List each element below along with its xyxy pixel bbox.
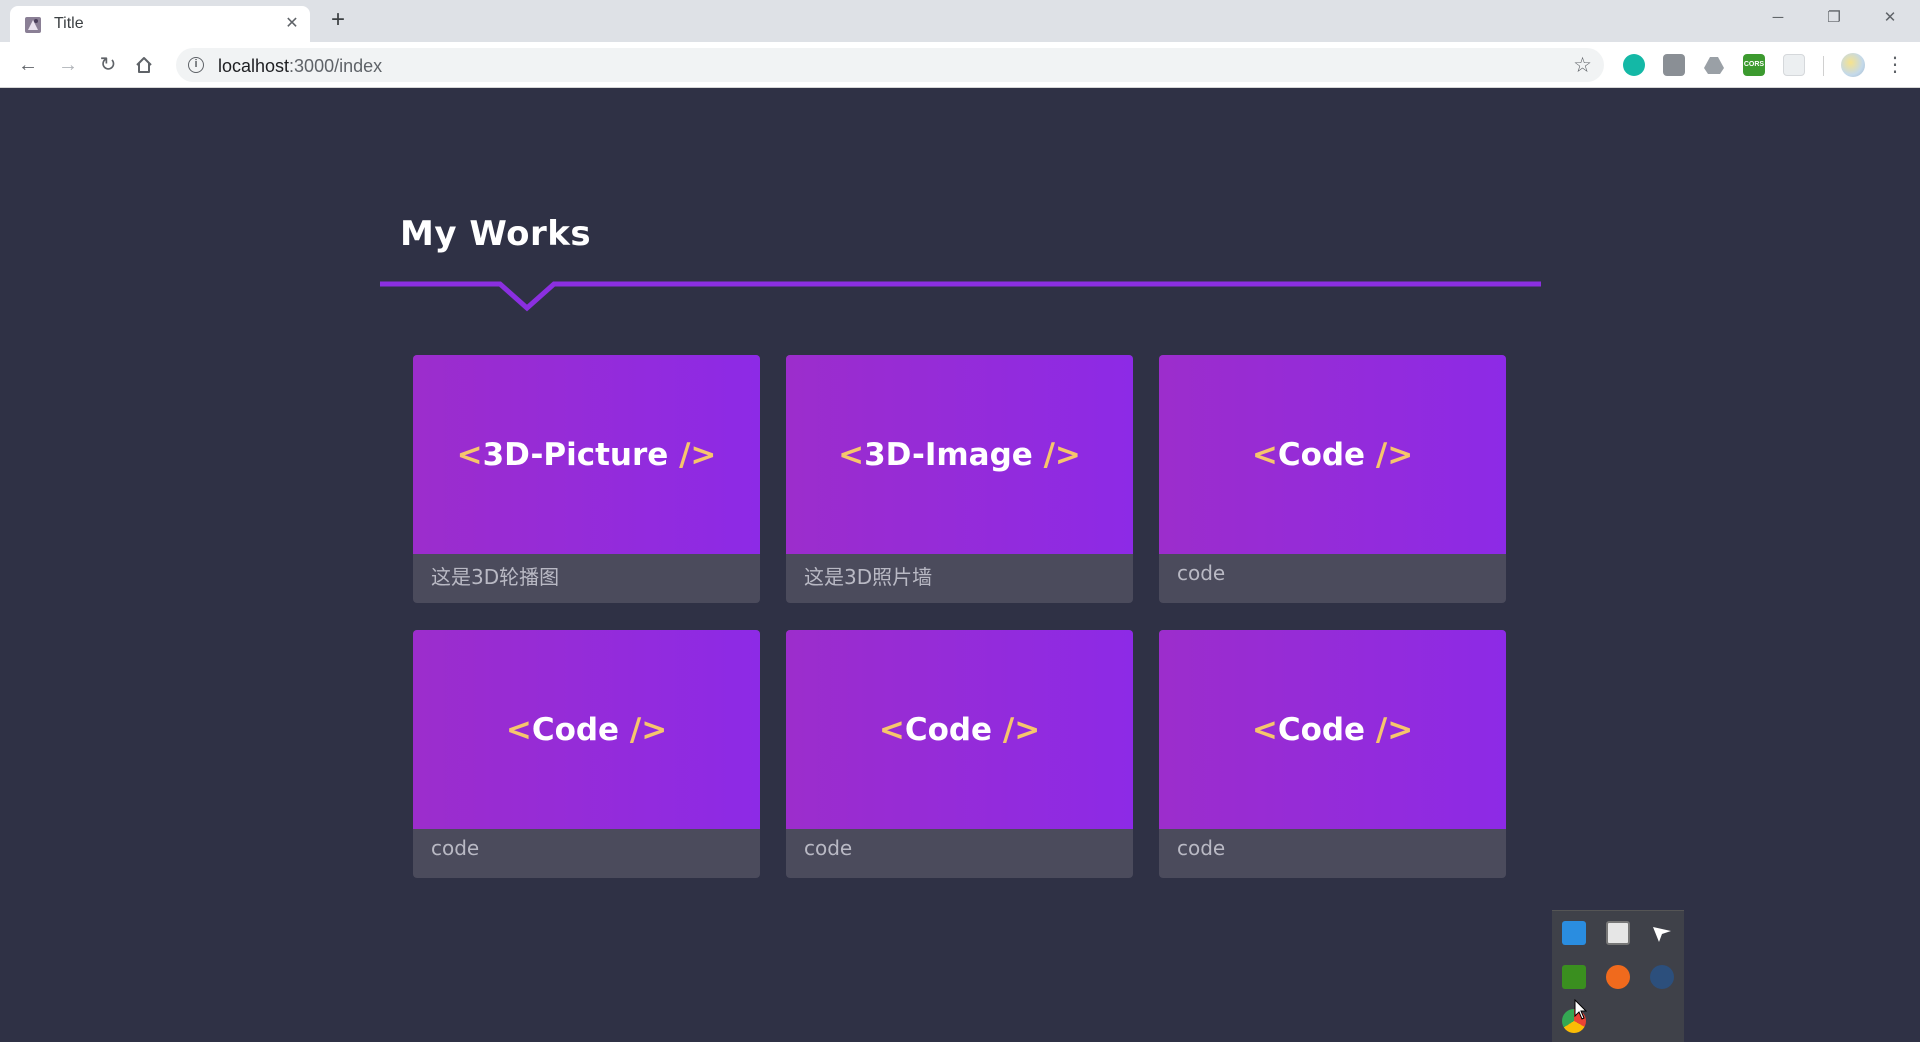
steam-icon[interactable] (1650, 965, 1674, 989)
tab-favicon-icon (25, 17, 41, 33)
new-tab-button[interactable]: + (326, 8, 350, 33)
browser-toolbar: ← → ↻ i localhost:3000/index ☆ CORS ⋮ (0, 42, 1920, 88)
card-title-name: Code (1277, 436, 1366, 473)
info-icon[interactable]: i (188, 57, 204, 73)
profile-icon[interactable] (1841, 53, 1865, 77)
address-bar[interactable]: i localhost:3000/index ☆ (176, 48, 1604, 82)
card-title-open: < (878, 711, 905, 748)
card-title-open: < (456, 436, 483, 473)
cors-extension-icon[interactable]: CORS (1743, 54, 1765, 76)
reload-icon[interactable]: ↻ (94, 51, 122, 79)
work-card[interactable]: <Code /> code (1159, 630, 1506, 878)
forward-icon[interactable]: → (54, 51, 82, 79)
card-description: code (1177, 561, 1226, 585)
pointer-app-icon[interactable] (1650, 921, 1674, 945)
tab-close-icon[interactable]: ✕ (282, 14, 302, 34)
card-title-name: Code (904, 711, 993, 748)
network-icon[interactable] (1562, 921, 1586, 945)
card-cover[interactable]: <Code /> (413, 630, 760, 829)
section-divider (380, 281, 1541, 312)
tab-title: Title (54, 15, 84, 32)
card-title-close: /> (629, 711, 668, 748)
bookmark-star-icon[interactable]: ☆ (1573, 53, 1592, 78)
card-title: <Code /> (506, 712, 667, 748)
card-title: <Code /> (879, 712, 1040, 748)
card-description: code (431, 836, 480, 860)
toolbar-separator (1823, 56, 1824, 76)
work-card[interactable]: <3D-Image /> 这是3D照片墙 (786, 355, 1133, 603)
card-description: code (804, 836, 853, 860)
browser-tabstrip: Title ✕ + ─ ❐ ✕ (0, 0, 1920, 42)
card-title-name: Code (1277, 711, 1366, 748)
page-body: My Works <3D-Picture /> 这是3D轮播图 <3D-Image … (0, 88, 1920, 1042)
card-title-open: < (1251, 711, 1278, 748)
window-icon[interactable] (1606, 921, 1630, 945)
card-cover[interactable]: <Code /> (1159, 355, 1506, 554)
url-text: localhost:3000/index (218, 56, 382, 77)
card-title-close: /> (1375, 436, 1414, 473)
card-title-open: < (505, 711, 532, 748)
card-title: <Code /> (1252, 712, 1413, 748)
card-title-name: Code (531, 711, 620, 748)
work-card[interactable]: <Code /> code (413, 630, 760, 878)
card-title-close: /> (679, 436, 717, 473)
browser-tab[interactable]: Title ✕ (10, 6, 310, 42)
section-title: My Works (400, 214, 592, 254)
nvidia-icon[interactable] (1562, 965, 1586, 989)
origin-icon[interactable] (1606, 965, 1630, 989)
menu-icon[interactable]: ⋮ (1885, 51, 1905, 79)
work-card[interactable]: <Code /> code (1159, 355, 1506, 603)
card-title: <Code /> (1252, 437, 1413, 473)
card-title-close: /> (1043, 436, 1081, 473)
card-cover[interactable]: <3D-Image /> (786, 355, 1133, 554)
card-title-open: < (1251, 436, 1278, 473)
back-icon[interactable]: ← (14, 51, 42, 79)
work-card[interactable]: <Code /> code (786, 630, 1133, 878)
grammar-extension-icon[interactable] (1623, 54, 1645, 76)
puzzle-extension-icon[interactable] (1663, 54, 1685, 76)
card-cover[interactable]: <Code /> (1159, 630, 1506, 829)
card-description: code (1177, 836, 1226, 860)
drive-extension-icon[interactable] (1703, 54, 1725, 76)
blank-extension-icon[interactable] (1783, 54, 1805, 76)
card-title: <3D-Image /> (838, 437, 1081, 473)
url-host: localhost (218, 56, 290, 76)
minimize-icon[interactable]: ─ (1758, 6, 1798, 30)
card-title-close: /> (1002, 711, 1041, 748)
card-title-name: 3D-Picture (482, 436, 669, 473)
card-cover[interactable]: <Code /> (786, 630, 1133, 829)
url-path: :3000/index (289, 56, 383, 76)
card-title: <3D-Picture /> (457, 437, 717, 473)
window-close-icon[interactable]: ✕ (1870, 6, 1910, 30)
card-title-open: < (838, 436, 865, 473)
card-title-name: 3D-Image (864, 436, 1033, 473)
card-description: 这是3D照片墙 (804, 565, 933, 589)
card-title-close: /> (1375, 711, 1414, 748)
work-card[interactable]: <3D-Picture /> 这是3D轮播图 (413, 355, 760, 603)
mouse-cursor-icon (1574, 999, 1588, 1020)
card-description: 这是3D轮播图 (431, 565, 560, 589)
system-tray-popup (1552, 910, 1684, 1042)
home-icon[interactable] (134, 55, 154, 75)
card-cover[interactable]: <3D-Picture /> (413, 355, 760, 554)
restore-icon[interactable]: ❐ (1814, 6, 1854, 30)
